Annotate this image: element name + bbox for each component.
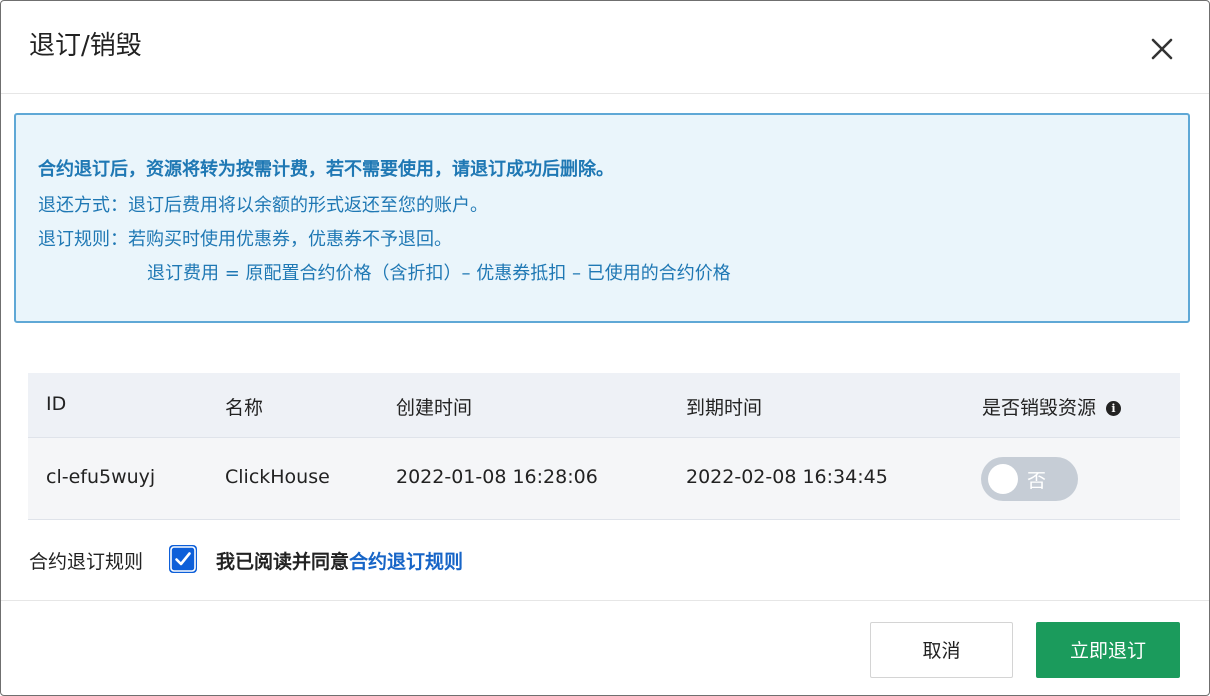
agreement-text: 我已阅读并同意合约退订规则 (216, 547, 463, 574)
unsubscribe-dialog: 退订/销毁 合约退订后，资源将转为按需计费，若不需要使用，请退订成功后删除。 退… (0, 0, 1210, 696)
table-row: cl-efu5wuyj ClickHouse 2022-01-08 16:28:… (28, 438, 1180, 520)
cell-name: ClickHouse (225, 466, 330, 488)
info-icon[interactable]: i (1106, 401, 1122, 416)
toggle-knob (988, 464, 1018, 494)
column-header-name: 名称 (225, 397, 264, 419)
toggle-label: 否 (1027, 470, 1047, 492)
checkmark-icon (170, 546, 196, 572)
cell-created: 2022-01-08 16:28:06 (396, 466, 598, 488)
column-header-id: ID (46, 393, 67, 415)
notice-refund-rule: 退订规则：若购买时使用优惠券，优惠券不予退回。 (38, 229, 452, 250)
confirm-unsubscribe-button[interactable]: 立即退订 (1036, 622, 1180, 678)
close-button[interactable] (1148, 35, 1176, 63)
agreement-checkbox[interactable] (169, 545, 197, 573)
agreement-label: 合约退订规则 (29, 551, 144, 573)
close-icon (1151, 38, 1173, 60)
cancel-button[interactable]: 取消 (870, 622, 1013, 678)
cell-expires: 2022-02-08 16:34:45 (686, 466, 888, 488)
notice-refund-method: 退还方式：退订后费用将以余额的形式返还至您的账户。 (38, 195, 488, 216)
agreement-rules-link[interactable]: 合约退订规则 (349, 551, 463, 573)
dialog-header: 退订/销毁 (1, 1, 1209, 94)
dialog-footer: 取消 立即退订 (1, 600, 1209, 695)
notice-box: 合约退订后，资源将转为按需计费，若不需要使用，请退订成功后删除。 退还方式：退订… (14, 113, 1190, 323)
column-header-destroy: 是否销毁资源 i (982, 393, 1122, 420)
table-header: ID 名称 创建时间 到期时间 是否销毁资源 i (28, 373, 1180, 438)
resource-table: ID 名称 创建时间 到期时间 是否销毁资源 i cl-efu5wuyj Clic… (28, 373, 1180, 520)
column-header-created: 创建时间 (396, 397, 473, 419)
cell-id: cl-efu5wuyj (46, 466, 156, 488)
notice-headline: 合约退订后，资源将转为按需计费，若不需要使用，请退订成功后删除。 (38, 159, 614, 180)
agreement-statement: 我已阅读并同意 (216, 551, 350, 573)
column-header-expires: 到期时间 (686, 397, 763, 419)
notice-refund-formula: 退订费用 = 原配置合约价格（含折扣）– 优惠券抵扣 – 已使用的合约价格 (147, 263, 731, 284)
dialog-title: 退订/销毁 (29, 31, 142, 61)
destroy-resource-toggle[interactable]: 否 (981, 457, 1078, 501)
column-header-destroy-label: 是否销毁资源 (982, 397, 1097, 419)
